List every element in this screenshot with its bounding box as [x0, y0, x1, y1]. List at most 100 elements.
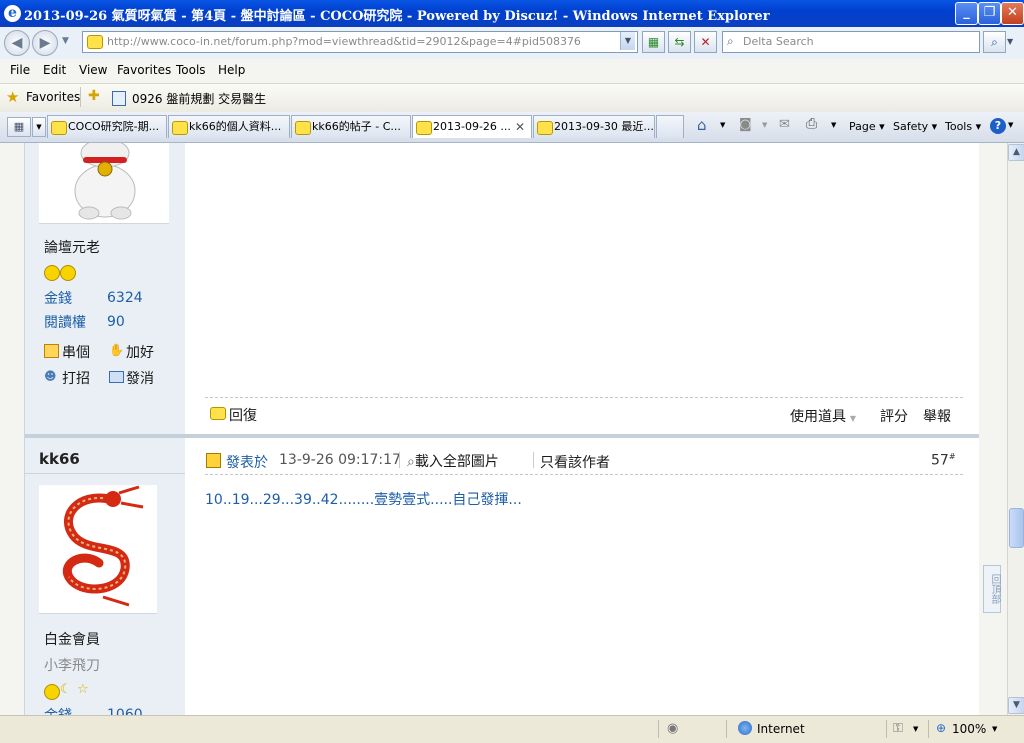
window-title: 2013-09-26 氣質呀氣質 - 第4頁 - 盤中討論區 - COCO研究院…	[24, 9, 770, 24]
print-icon[interactable]: ⎙	[806, 116, 817, 132]
tab-bar: ▦ ▼ COCO研究院-期... kk66的個人資料... kk66的帖子 - …	[0, 112, 1024, 143]
zoom-dropdown-icon[interactable]: ▼	[992, 725, 997, 733]
zoom-level[interactable]: 100%	[952, 722, 986, 736]
tools-menu[interactable]: Tools ▾	[945, 120, 981, 133]
tab-coco-home[interactable]: COCO研究院-期...	[47, 115, 167, 138]
read-permission-label: 閱讀權	[44, 315, 86, 331]
posted-label: 發表於	[226, 455, 268, 471]
menu-view[interactable]: View	[79, 63, 107, 77]
url-field[interactable]: http://www.coco-in.net/forum.php?mod=vie…	[82, 31, 638, 53]
send-message-label: 發消	[126, 371, 154, 387]
author-only-link[interactable]: 只看該作者	[540, 452, 610, 472]
url-dropdown-icon[interactable]: ▼	[620, 32, 635, 50]
greet-label: 打招	[62, 371, 90, 387]
privacy-icon[interactable]: ◉	[667, 721, 678, 736]
history-dropdown-icon[interactable]: ▼	[62, 36, 69, 46]
tab-page-icon	[51, 121, 67, 135]
tab-close-icon[interactable]: ✕	[515, 116, 525, 138]
search-input[interactable]: ⌕ Delta Search	[722, 31, 980, 53]
floor-number[interactable]: 57#	[931, 452, 956, 469]
avatar[interactable]	[39, 143, 169, 224]
header-divider	[533, 452, 534, 468]
read-mail-icon[interactable]: ✉	[779, 117, 790, 132]
visit-link-label: 串個	[62, 345, 90, 361]
favorites-bar: ★ Favorites ✚ 0926 盤前規劃 交易醫生	[0, 84, 1024, 113]
security-zone: Internet	[757, 722, 805, 736]
floor-value: 57	[931, 452, 949, 469]
magnifier-icon: ⌕	[407, 454, 415, 470]
compatibility-view-icon[interactable]: ▦	[642, 31, 665, 53]
maximize-button[interactable]: ❐	[978, 2, 1001, 25]
tab-label: COCO研究院-期...	[68, 120, 160, 133]
header-divider	[399, 452, 400, 468]
scroll-thumb[interactable]	[1009, 508, 1024, 548]
user-rank: 論壇元老	[44, 240, 100, 256]
refresh-icon[interactable]: ⇆	[668, 31, 691, 53]
username[interactable]: kk66	[39, 450, 80, 468]
tab-kk66-posts[interactable]: kk66的帖子 - C...	[291, 115, 411, 138]
menu-edit[interactable]: Edit	[43, 63, 66, 77]
search-options-icon[interactable]: ▼	[1007, 37, 1013, 46]
web-page-icon	[112, 91, 126, 106]
post-time: 13-9-26 09:17:17	[279, 452, 401, 468]
scroll-down-icon[interactable]: ▼	[1008, 697, 1024, 714]
favorite-link[interactable]: 0926 盤前規劃 交易醫生	[132, 90, 266, 107]
close-button[interactable]: ✕	[1001, 2, 1024, 25]
reply-icon	[210, 407, 226, 420]
search-button-icon[interactable]: ⌕	[983, 31, 1006, 53]
add-friend-label: 加好	[126, 345, 154, 361]
tab-2013-09-26[interactable]: 2013-09-26 ... ✕	[412, 115, 532, 138]
use-tools-menu[interactable]: 使用道具 ▼	[790, 406, 870, 426]
favorites-divider	[80, 87, 81, 107]
tab-kk66-profile[interactable]: kk66的個人資料...	[168, 115, 290, 138]
stop-icon[interactable]: ✕	[694, 31, 717, 53]
page-content: 論壇元老 金錢 6324 閱讀權 90 串個 ✋ 加好 ☻ 打招 發消 kk66	[0, 143, 1007, 715]
forward-button[interactable]: ▶	[32, 30, 58, 56]
avatar[interactable]	[39, 485, 157, 614]
home-dropdown-icon[interactable]: ▼	[720, 121, 725, 129]
url-text: http://www.coco-in.net/forum.php?mod=vie…	[107, 35, 581, 48]
page-menu[interactable]: Page ▾	[849, 120, 885, 133]
menu-help[interactable]: Help	[218, 63, 245, 77]
tab-2013-09-30[interactable]: 2013-09-30 最近...	[533, 115, 655, 138]
print-dropdown-icon[interactable]: ▼	[831, 121, 836, 129]
menu-tools[interactable]: Tools	[176, 63, 206, 77]
rate-link[interactable]: 評分	[880, 406, 908, 426]
safety-menu-label: Safety	[893, 120, 929, 133]
vertical-scrollbar[interactable]: ▲ ▼	[1007, 143, 1024, 715]
title-bar: e 2013-09-26 氣質呀氣質 - 第4頁 - 盤中討論區 - COCO研…	[0, 0, 1024, 27]
menu-file[interactable]: File	[10, 63, 30, 77]
add-favorite-icon[interactable]: ✚	[88, 88, 100, 104]
tab-list-icon[interactable]: ▼	[32, 117, 46, 137]
home-icon[interactable]: ⌂	[697, 116, 707, 134]
protected-mode-icon[interactable]: ⚿	[893, 721, 903, 736]
money-value: 1060	[107, 707, 143, 715]
minimize-button[interactable]: _	[955, 2, 978, 25]
envelope-icon	[109, 371, 124, 383]
back-to-top-button[interactable]: 回頂部	[983, 565, 1001, 613]
back-button[interactable]: ◀	[4, 30, 30, 56]
report-link[interactable]: 舉報	[923, 406, 951, 426]
quick-tabs-icon[interactable]: ▦	[7, 117, 31, 137]
menu-bar: File Edit View Favorites Tools Help	[0, 59, 1024, 84]
scroll-up-icon[interactable]: ▲	[1008, 144, 1024, 161]
feeds-dropdown-icon[interactable]: ▼	[762, 121, 767, 129]
favorites-button[interactable]: Favorites	[26, 90, 80, 104]
username-divider	[25, 473, 185, 474]
safety-menu[interactable]: Safety ▾	[893, 120, 937, 133]
page-icon	[87, 35, 103, 49]
protected-mode-dropdown-icon[interactable]: ▼	[913, 725, 918, 733]
feeds-icon[interactable]: ◙	[739, 117, 752, 132]
tab-label: kk66的個人資料...	[189, 120, 282, 133]
new-tab-button[interactable]	[656, 115, 684, 138]
load-all-images-link[interactable]: ⌕載入全部圖片	[407, 451, 527, 471]
post-separator	[25, 434, 185, 438]
help-dropdown-icon[interactable]: ▼	[1008, 121, 1013, 129]
menu-favorites[interactable]: Favorites	[117, 63, 171, 77]
money-label: 金錢	[44, 291, 72, 307]
tab-label: 2013-09-30 最近...	[554, 120, 654, 133]
user-rank: 白金會員	[44, 632, 100, 648]
online-status-icon	[206, 453, 221, 468]
post-divider	[205, 397, 963, 398]
help-icon[interactable]: ?	[990, 118, 1006, 134]
